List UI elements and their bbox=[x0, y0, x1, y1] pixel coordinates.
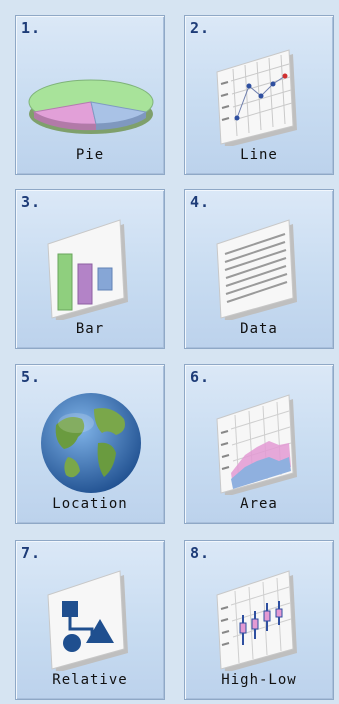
tile-number: 3. bbox=[21, 193, 42, 211]
tile-label: Area bbox=[240, 496, 278, 512]
tile-pie[interactable]: 1. Pie bbox=[15, 15, 165, 175]
chart-type-grid: 1. Pie 2. Line 3. Bar 4. Data 5. Locatio… bbox=[0, 0, 339, 704]
tile-area[interactable]: 6. Area bbox=[184, 364, 334, 524]
globe-icon bbox=[16, 385, 166, 495]
tile-label: Data bbox=[240, 321, 278, 337]
tile-label: High-Low bbox=[221, 672, 297, 688]
pie-chart-icon bbox=[16, 36, 166, 146]
tile-number: 4. bbox=[190, 193, 211, 211]
tile-bar[interactable]: 3. Bar bbox=[15, 189, 165, 349]
tile-label: Relative bbox=[52, 672, 128, 688]
tile-data[interactable]: 4. Data bbox=[184, 189, 334, 349]
tile-number: 1. bbox=[21, 19, 42, 37]
tile-number: 8. bbox=[190, 544, 211, 562]
tile-number: 2. bbox=[190, 19, 211, 37]
tile-number: 6. bbox=[190, 368, 211, 386]
tile-label: Location bbox=[52, 496, 128, 512]
area-chart-icon bbox=[185, 385, 335, 495]
tile-label: Bar bbox=[75, 321, 105, 337]
tile-location[interactable]: 5. Location bbox=[15, 364, 165, 524]
data-table-icon bbox=[185, 210, 335, 320]
tile-line[interactable]: 2. Line bbox=[184, 15, 334, 175]
bar-chart-icon bbox=[16, 210, 166, 320]
high-low-chart-icon bbox=[185, 561, 335, 671]
tile-high-low[interactable]: 8. High-Low bbox=[184, 540, 334, 700]
line-chart-icon bbox=[185, 36, 335, 146]
tile-relative[interactable]: 7. Relative bbox=[15, 540, 165, 700]
tile-label: Pie bbox=[75, 147, 105, 163]
tile-number: 7. bbox=[21, 544, 42, 562]
tile-number: 5. bbox=[21, 368, 42, 386]
relationship-diagram-icon bbox=[16, 561, 166, 671]
tile-label: Line bbox=[240, 147, 278, 163]
